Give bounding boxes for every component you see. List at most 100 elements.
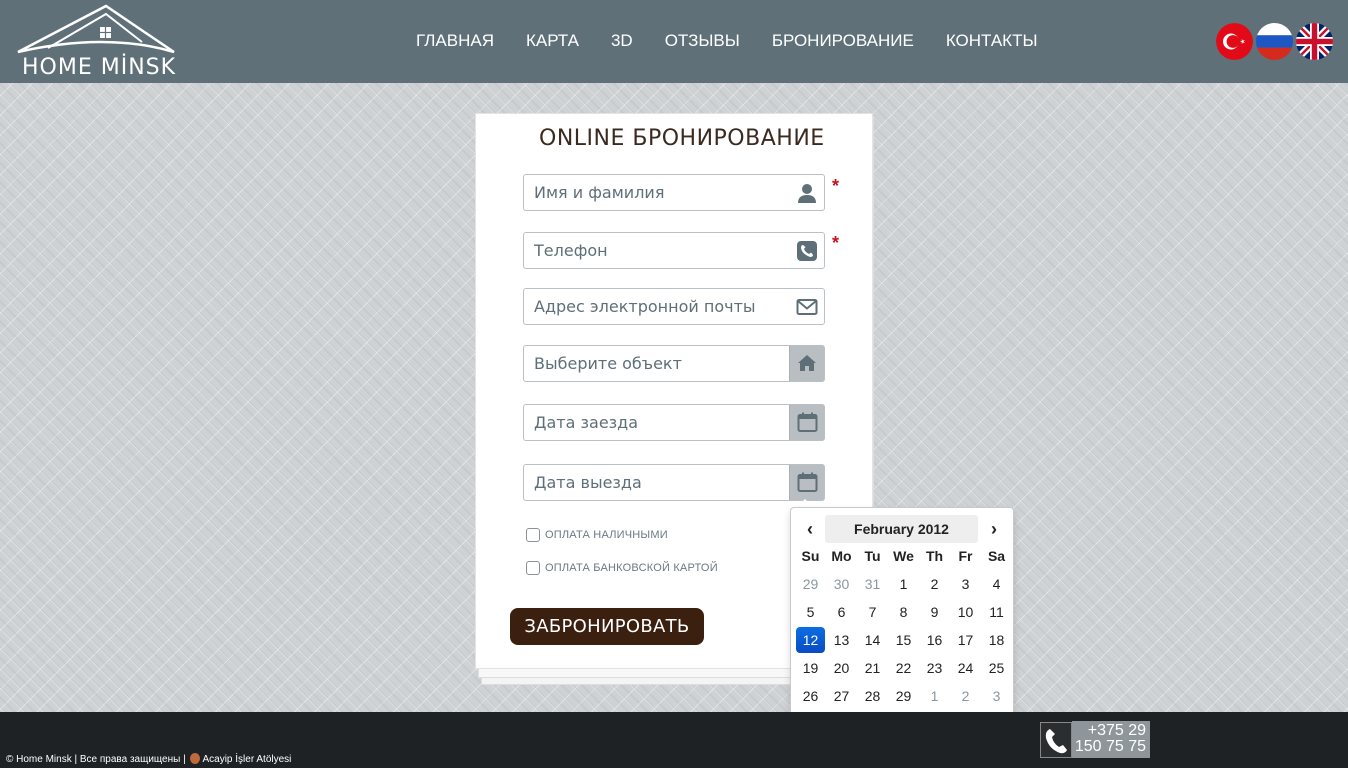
checkout-calendar-addon[interactable] (789, 465, 824, 500)
acayip-logo-icon (190, 753, 201, 764)
day-cell[interactable]: 8 (888, 598, 919, 626)
day-cell[interactable]: 25 (981, 654, 1012, 682)
object-addon[interactable] (789, 346, 824, 381)
phone-input[interactable] (524, 233, 786, 268)
day-cell[interactable]: 30 (826, 570, 857, 598)
day-cell[interactable]: 7 (857, 598, 888, 626)
payment-card-option[interactable]: ОПЛАТА БАНКОВСКОЙ КАРТОЙ (526, 561, 718, 575)
house-roof-icon (17, 4, 175, 54)
object-select[interactable] (524, 346, 786, 381)
nav-reviews[interactable]: ОТЗЫВЫ (649, 30, 756, 54)
handset-icon (1040, 722, 1072, 758)
datepicker: ‹ February 2012 › Su Mo Tu We Th Fr Sa 29 30 31 1 2… (790, 507, 1014, 740)
weekday-label: Th (925, 548, 944, 564)
day-cell[interactable]: 26 (795, 682, 826, 710)
day-cell[interactable]: 1 (919, 682, 950, 710)
turkey-flag-icon[interactable] (1216, 23, 1253, 60)
payment-card-checkbox[interactable] (526, 561, 540, 575)
required-mark: * (832, 233, 840, 253)
week-row: 29 30 31 1 2 3 4 (795, 570, 1012, 598)
day-cell[interactable]: 22 (888, 654, 919, 682)
day-cell[interactable]: 29 (888, 682, 919, 710)
phone-contact[interactable]: +375 29 150 75 75 (1040, 721, 1150, 758)
day-cell[interactable]: 4 (981, 570, 1012, 598)
week-row: 12 13 14 15 16 17 18 (795, 626, 1012, 654)
footer-copyright: © Home Minsk | Все права защищены | Acay… (6, 753, 291, 765)
prev-month-button[interactable]: ‹ (797, 516, 823, 542)
phone-field-wrapper (523, 232, 825, 269)
nav-contacts[interactable]: КОНТАКТЫ (930, 30, 1054, 54)
checkout-date-input[interactable] (524, 465, 786, 500)
datepicker-caret (797, 499, 813, 507)
nav-3d[interactable]: 3D (595, 30, 649, 54)
name-field-wrapper (523, 174, 825, 211)
day-cell[interactable]: 9 (919, 598, 950, 626)
logo-text: HOME MİNSK (22, 55, 177, 80)
checkin-date-input[interactable] (524, 405, 786, 440)
name-input[interactable] (524, 175, 786, 210)
day-cell[interactable]: 18 (981, 626, 1012, 654)
day-cell[interactable]: 15 (888, 626, 919, 654)
day-cell[interactable]: 29 (795, 570, 826, 598)
checkin-field-wrapper (523, 404, 825, 441)
day-cell[interactable]: 11 (981, 598, 1012, 626)
day-cell[interactable]: 16 (919, 626, 950, 654)
day-cell[interactable]: 31 (857, 570, 888, 598)
booking-title: ONLINE БРОНИРОВАНИЕ (539, 126, 825, 151)
calendar-icon (797, 472, 818, 492)
nav-booking[interactable]: БРОНИРОВАНИЕ (756, 30, 930, 54)
email-field-wrapper (523, 288, 825, 325)
next-month-button[interactable]: › (981, 516, 1007, 542)
day-cell[interactable]: 23 (919, 654, 950, 682)
month-switch[interactable]: February 2012 (825, 515, 978, 543)
day-cell[interactable]: 6 (826, 598, 857, 626)
russia-flag-icon[interactable] (1256, 23, 1293, 60)
book-button[interactable]: ЗАБРОНИРОВАТЬ (510, 608, 704, 645)
day-cell[interactable]: 28 (857, 682, 888, 710)
week-row: 19 20 21 22 23 24 25 (795, 654, 1012, 682)
selected-day[interactable]: 12 (796, 627, 825, 653)
weekday-label: Mo (831, 548, 852, 564)
week-row: 26 27 28 29 1 2 3 (795, 682, 1012, 710)
day-cell[interactable]: 20 (826, 654, 857, 682)
day-cell[interactable]: 10 (950, 598, 981, 626)
datepicker-grid: Su Mo Tu We Th Fr Sa 29 30 31 1 2 3 4 5 6 7 8 9 10 11 12 13 14 1… (795, 542, 1012, 738)
nav-map[interactable]: КАРТА (510, 30, 595, 54)
day-cell[interactable]: 5 (795, 598, 826, 626)
phone-number-line1: +375 29 (1087, 722, 1146, 739)
payment-card-label: ОПЛАТА БАНКОВСКОЙ КАРТОЙ (545, 562, 718, 574)
phone-number-line2: 150 75 75 (1074, 738, 1146, 755)
payment-cash-label: ОПЛАТА НАЛИЧНЫМИ (545, 529, 668, 541)
object-select-wrapper (523, 345, 825, 382)
phone-icon (797, 241, 817, 261)
day-cell[interactable]: 3 (950, 570, 981, 598)
day-cell[interactable]: 2 (950, 682, 981, 710)
checkout-field-wrapper (523, 464, 825, 501)
day-cell[interactable]: 3 (981, 682, 1012, 710)
phone-number: +375 29 150 75 75 (1072, 721, 1150, 758)
day-cell[interactable]: 24 (950, 654, 981, 682)
payment-cash-checkbox[interactable] (526, 528, 540, 542)
copyright-text: © Home Minsk | Все права защищены | (6, 754, 186, 765)
uk-flag-icon[interactable] (1296, 23, 1333, 60)
day-cell[interactable]: 14 (857, 626, 888, 654)
user-icon (798, 184, 816, 203)
day-cell[interactable]: 21 (857, 654, 888, 682)
calendar-icon (797, 412, 818, 432)
email-input[interactable] (524, 289, 786, 324)
week-row: 5 6 7 8 9 10 11 (795, 598, 1012, 626)
day-cell[interactable]: 1 (888, 570, 919, 598)
day-cell[interactable]: 2 (919, 570, 950, 598)
day-cell[interactable]: 17 (950, 626, 981, 654)
day-cell[interactable]: 27 (826, 682, 857, 710)
payment-cash-option[interactable]: ОПЛАТА НАЛИЧНЫМИ (526, 528, 668, 542)
main-nav: ГЛАВНАЯ КАРТА 3D ОТЗЫВЫ БРОНИРОВАНИЕ КОН… (400, 30, 1054, 54)
weekday-label: Su (801, 548, 820, 564)
checkin-calendar-addon[interactable] (789, 405, 824, 440)
nav-home[interactable]: ГЛАВНАЯ (400, 30, 510, 54)
home-minsk-logo[interactable]: HOME MİNSK (14, 4, 177, 80)
day-cell[interactable]: 13 (826, 626, 857, 654)
envelope-icon (796, 299, 818, 315)
credit-link[interactable]: Acayip İşler Atölyesi (202, 754, 291, 765)
day-cell[interactable]: 19 (795, 654, 826, 682)
